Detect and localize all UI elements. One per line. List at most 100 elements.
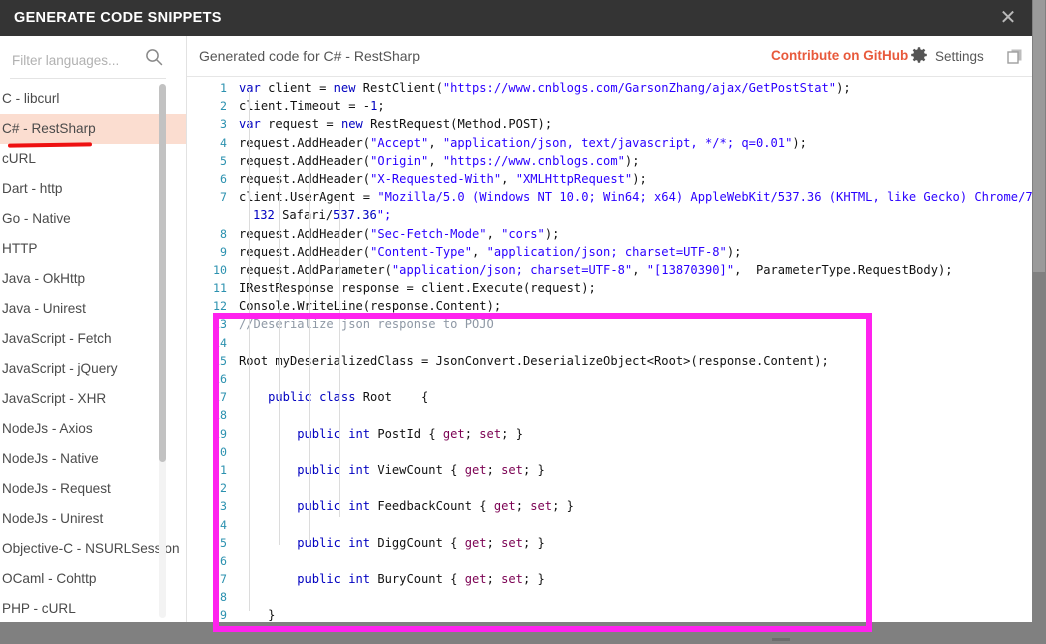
code-line-text: Root myDeserializedClass = JsonConvert.D…: [239, 353, 829, 368]
generated-code-label: Generated code for C# - RestSharp: [199, 48, 421, 64]
code-line: 2 client.Timeout = -1;: [187, 97, 1032, 115]
sidebar-item-label: PHP - cURL: [2, 601, 76, 616]
line-number: 22: [213, 481, 227, 496]
code-line: 23 public int FeedbackCount { get; set; …: [187, 497, 1032, 515]
code-line: 3 var request = new RestRequest(Method.PO…: [187, 115, 1032, 133]
line-number: 26: [213, 553, 227, 568]
copy-icon[interactable]: [1005, 46, 1025, 66]
contribute-on-github-link[interactable]: Contribute on GitHub: [771, 48, 908, 63]
code-line: 6 request.AddHeader("X-Requested-With", "…: [187, 170, 1032, 188]
line-number: 25: [213, 535, 227, 550]
modal-titlebar: GENERATE CODE SNIPPETS ✕: [0, 0, 1032, 36]
screen: GENERATE CODE SNIPPETS ✕ C - libcurl C# -…: [0, 0, 1046, 644]
indent-guide: [339, 197, 340, 517]
code-line: 29 }: [187, 606, 1032, 622]
code-panel: Generated code for C# - RestSharp Contri…: [187, 36, 1032, 622]
line-number: 21: [213, 462, 227, 477]
sidebar-item-label: NodeJs - Request: [2, 481, 111, 496]
sidebar-scrollbar[interactable]: [159, 84, 166, 618]
code-line: 12 Console.WriteLine(response.Content);: [187, 297, 1032, 315]
code-line-text: IRestResponse response = client.Execute(…: [239, 281, 596, 296]
line-number: 27: [213, 572, 227, 587]
code-line: 8 request.AddHeader("Sec-Fetch-Mode", "co…: [187, 225, 1032, 243]
line-number: 6: [220, 171, 227, 186]
code-line: 25 public int DiggCount { get; set; }: [187, 534, 1032, 552]
code-line: 16: [187, 370, 1032, 388]
code-viewer[interactable]: 1 var client = new RestClient("https://ww…: [187, 77, 1032, 622]
sidebar-item-label: NodeJs - Axios: [2, 421, 93, 436]
code-line-text: var client = new RestClient("https://www…: [239, 81, 851, 95]
sidebar-item-label: JavaScript - XHR: [2, 391, 107, 406]
modal-title: GENERATE CODE SNIPPETS: [14, 10, 222, 26]
line-number: 2: [220, 99, 227, 114]
code-line: 15 Root myDeserializedClass = JsonConvert…: [187, 352, 1032, 370]
indent-guide: [279, 165, 280, 545]
code-line-text: public int DiggCount { get; set; }: [297, 535, 545, 550]
line-number: 23: [213, 499, 227, 514]
sidebar-scrollbar-thumb[interactable]: [159, 84, 166, 462]
line-number: 29: [213, 608, 227, 622]
line-number: 28: [213, 590, 227, 605]
code-line-text: public int ViewCount { get; set; }: [297, 462, 545, 477]
line-number: 13: [213, 317, 227, 332]
sidebar-item-label: Java - Unirest: [2, 301, 86, 316]
line-number: 14: [213, 335, 227, 350]
indent-guide: [309, 165, 310, 545]
code-line-text: var request = new RestRequest(Method.POS…: [239, 117, 553, 132]
settings-button[interactable]: Settings: [935, 49, 984, 64]
sidebar-item-label: HTTP: [2, 241, 38, 256]
code-line-text: public int FeedbackCount { get; set; }: [297, 499, 574, 514]
line-number: 24: [213, 517, 227, 532]
code-line: 28: [187, 588, 1032, 606]
code-line-text: public int PostId { get; set; }: [297, 426, 523, 441]
code-line-text: client.UserAgent = "Mozilla/5.0 (Windows…: [239, 190, 1032, 205]
language-sidebar: C - libcurl C# - RestSharp cURL Dart - http…: [0, 36, 187, 622]
sidebar-item-label: Go - Native: [2, 211, 71, 226]
scrollbar-mark: [772, 638, 790, 641]
line-number: 16: [213, 372, 227, 386]
sidebar-item-label: cURL: [2, 151, 36, 166]
line-number: 3: [220, 117, 227, 132]
close-icon[interactable]: ✕: [992, 3, 1024, 33]
code-line-text: }: [268, 608, 276, 622]
line-number: 11: [213, 281, 227, 296]
code-line: 26: [187, 552, 1032, 570]
search-input[interactable]: [10, 48, 136, 72]
code-line: 10 request.AddParameter("application/json…: [187, 261, 1032, 279]
code-line: 21 public int ViewCount { get; set; }: [187, 461, 1032, 479]
gear-icon[interactable]: [909, 46, 929, 66]
line-number: 20: [213, 444, 227, 459]
line-number: 4: [220, 135, 227, 150]
code-line-text: request.AddHeader("Origin", "https://www…: [239, 153, 640, 168]
code-line: 27 public int BuryCount { get; set; }: [187, 570, 1032, 588]
page-horizontal-scrollbar[interactable]: [0, 622, 1046, 644]
line-number: 7: [220, 190, 227, 205]
sidebar-item-label: JavaScript - jQuery: [2, 361, 118, 376]
code-line-text: public int BuryCount { get; set; }: [297, 572, 545, 587]
page-vertical-scrollbar[interactable]: [1032, 0, 1046, 644]
sidebar-item-label: Dart - http: [2, 181, 63, 196]
page-vertical-scrollbar-thumb[interactable]: [1033, 0, 1045, 272]
code-line-text: request.AddParameter("application/json; …: [239, 262, 953, 277]
line-number: 9: [220, 244, 227, 259]
sidebar-item-label: NodeJs - Native: [2, 451, 99, 466]
code-line-text: //Deserialize json response to POJO: [239, 317, 494, 332]
search-icon[interactable]: [144, 47, 164, 67]
code-line: 1 var client = new RestClient("https://ww…: [187, 79, 1032, 97]
code-line: 17 public class Root {: [187, 388, 1032, 406]
code-line: 11 IRestResponse response = client.Execut…: [187, 279, 1032, 297]
code-line: 5 request.AddHeader("Origin", "https://ww…: [187, 152, 1032, 170]
sidebar-item-label: Objective-C - NSURLSession: [2, 541, 180, 556]
code-line: 19 public int PostId { get; set; }: [187, 425, 1032, 443]
code-line-text: 132 Safari/537.36";: [253, 208, 392, 223]
line-number: 5: [220, 153, 227, 168]
sidebar-item-label: NodeJs - Unirest: [2, 511, 104, 526]
line-number: 1: [220, 81, 227, 95]
filter-languages-field[interactable]: [10, 44, 166, 79]
sidebar-item-label: C# - RestSharp: [2, 121, 96, 136]
sidebar-item-label: Java - OkHttp: [2, 271, 86, 286]
code-line-text: public class Root {: [268, 390, 429, 405]
sidebar-item-label: OCaml - Cohttp: [2, 571, 97, 586]
line-number: 15: [213, 353, 227, 368]
code-line: 22: [187, 479, 1032, 497]
